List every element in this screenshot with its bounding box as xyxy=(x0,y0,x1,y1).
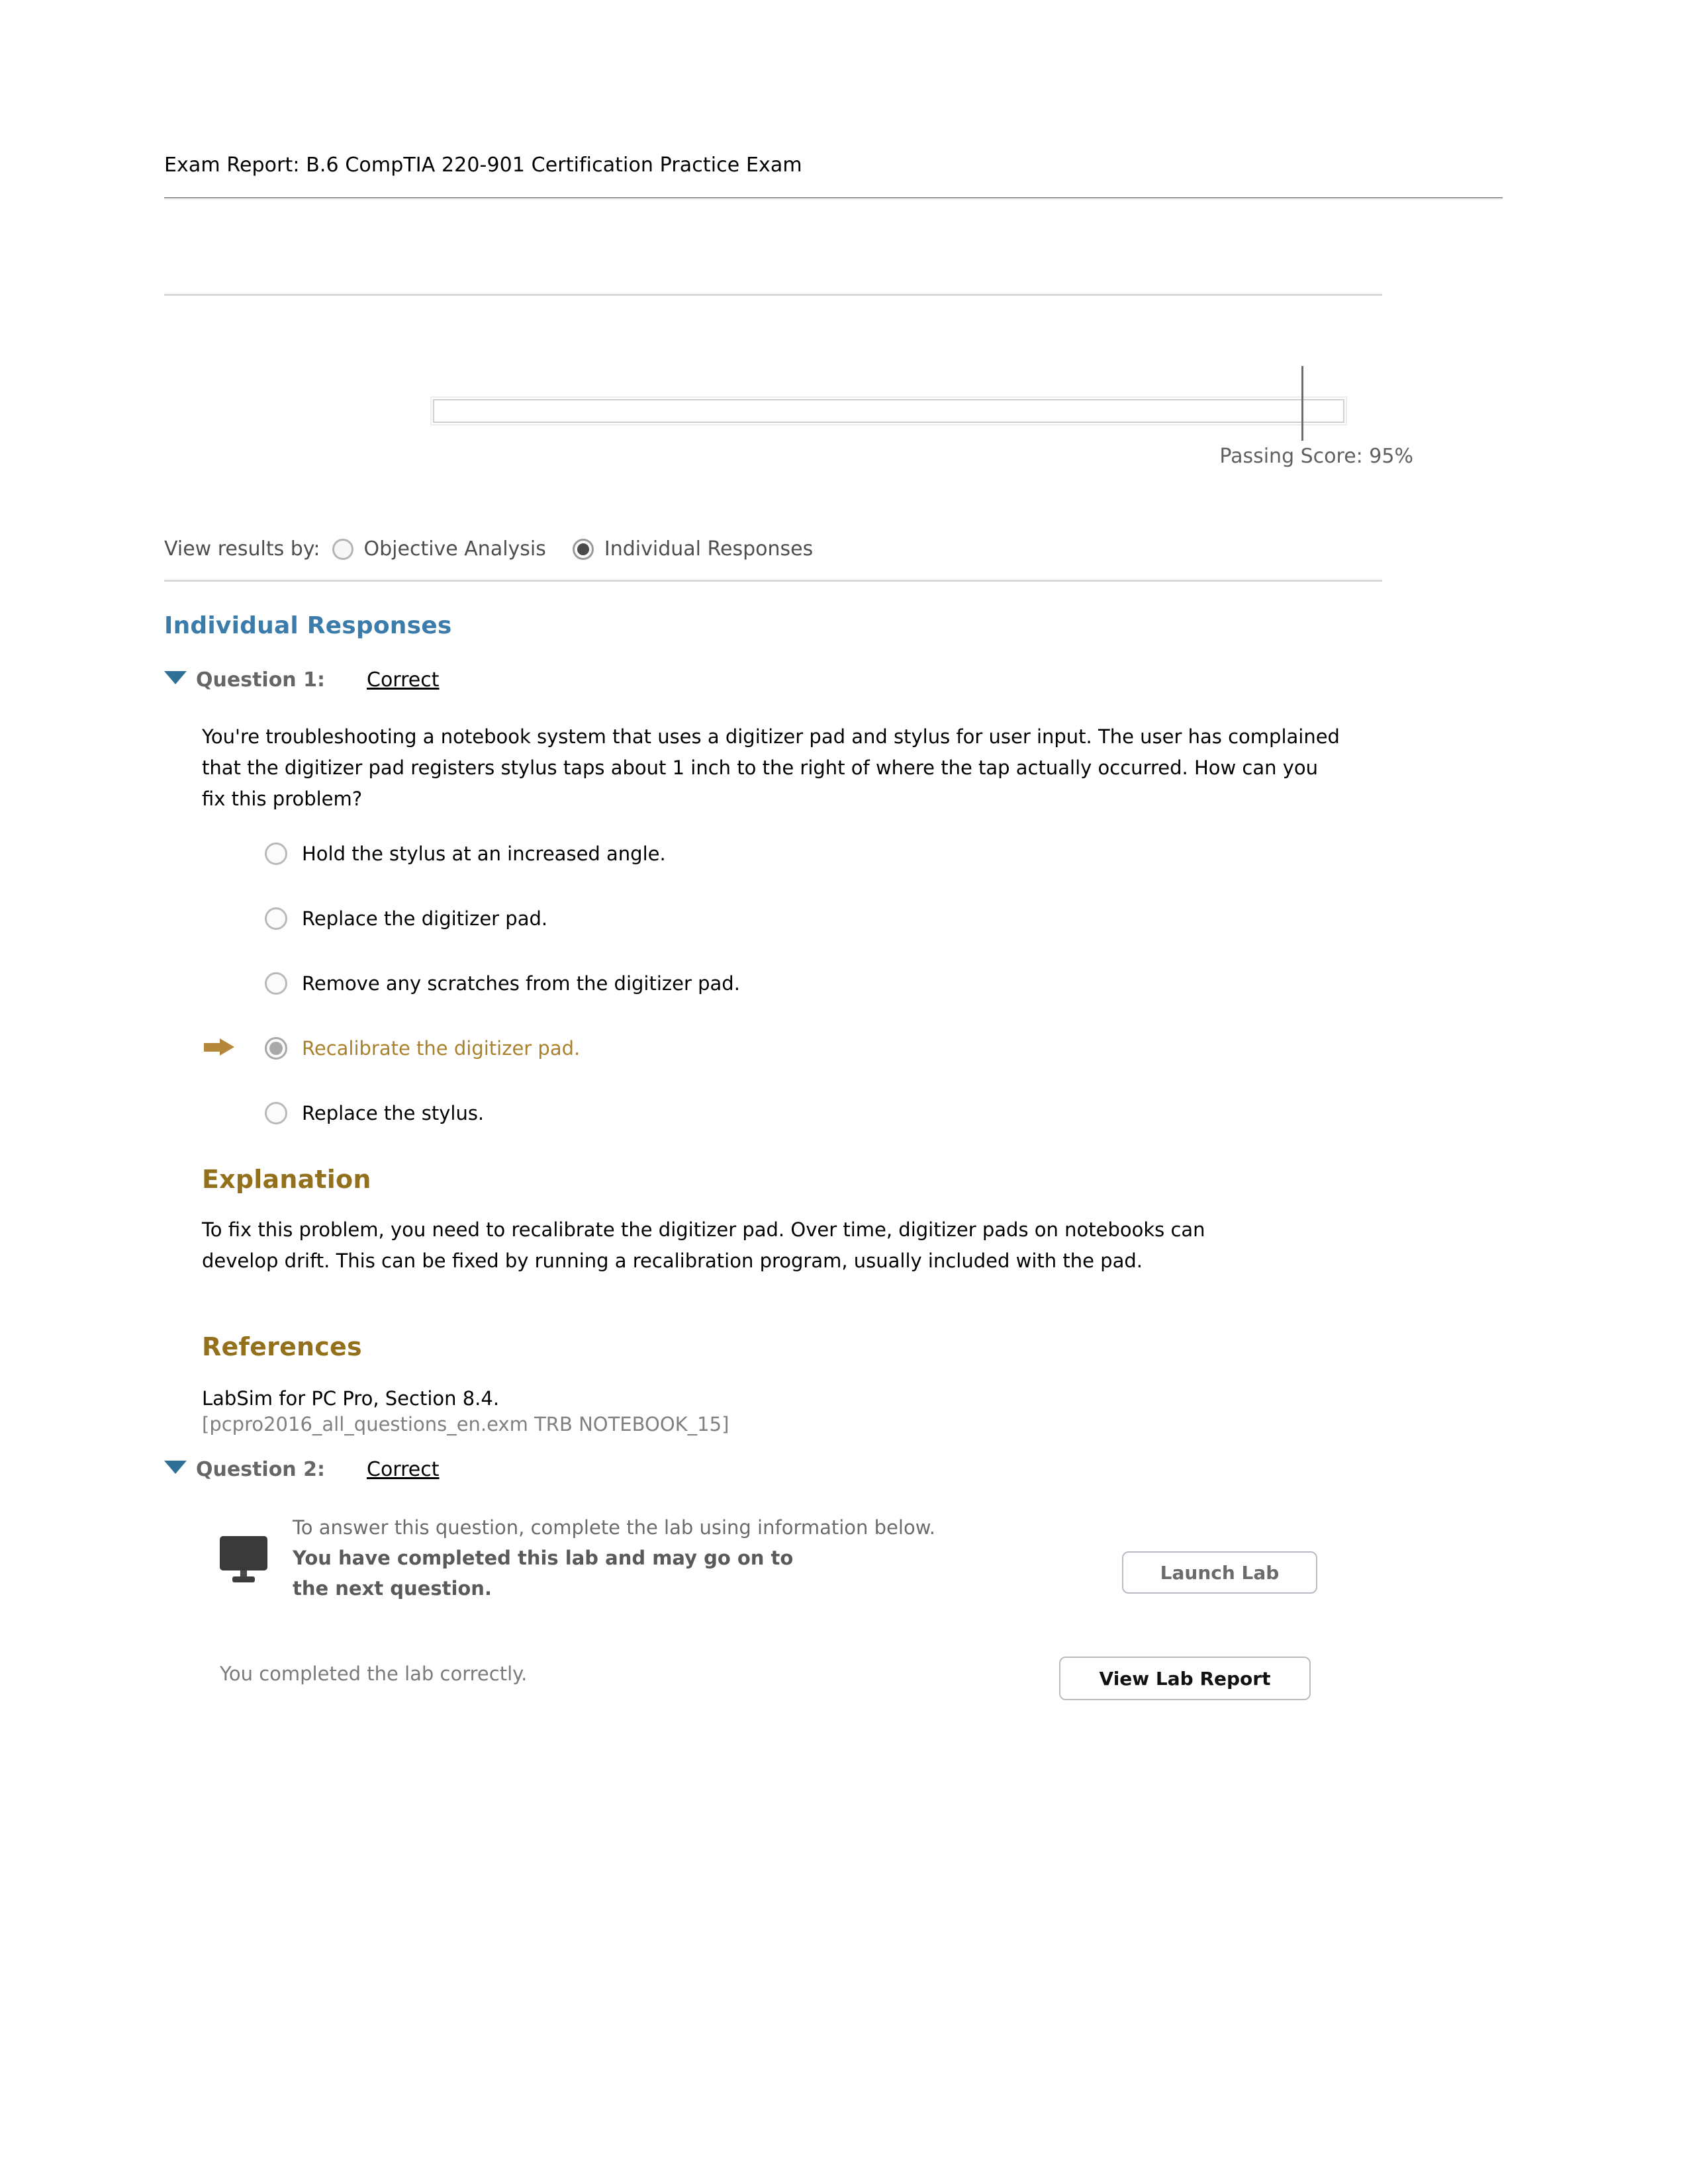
option-row[interactable]: Remove any scratches from the digitizer … xyxy=(265,967,740,1000)
exam-report-page: Exam Report: B.6 CompTIA 220-901 Certifi… xyxy=(0,0,1688,2184)
question-2-header[interactable]: Question 2: Correct xyxy=(164,1458,440,1481)
explanation-text: To fix this problem, you need to recalib… xyxy=(202,1218,1205,1272)
option-radio-selected[interactable] xyxy=(265,1037,287,1060)
lab-status-text: You completed the lab correctly. xyxy=(220,1662,528,1685)
option-radio[interactable] xyxy=(265,907,287,930)
chevron-down-icon[interactable] xyxy=(164,1461,187,1474)
question-1-header[interactable]: Question 1: Correct xyxy=(164,668,440,692)
radio-label-objective-analysis[interactable]: Objective Analysis xyxy=(364,537,546,561)
option-row[interactable]: Hold the stylus at an increased angle. xyxy=(265,837,740,870)
score-bar-track xyxy=(430,396,1347,426)
option-label-selected[interactable]: Recalibrate the digitizer pad. xyxy=(302,1037,580,1060)
question-1-prompt: You're troubleshooting a notebook system… xyxy=(202,725,1340,810)
chevron-down-icon[interactable] xyxy=(164,671,187,684)
option-row[interactable]: Replace the stylus. xyxy=(265,1097,740,1130)
references-heading: References xyxy=(202,1332,362,1361)
lab-instruction: To answer this question, complete the la… xyxy=(293,1516,935,1539)
option-label[interactable]: Remove any scratches from the digitizer … xyxy=(302,972,740,995)
radio-individual-responses[interactable] xyxy=(572,538,594,560)
option-row[interactable]: Replace the digitizer pad. xyxy=(265,902,740,935)
explanation-heading: Explanation xyxy=(202,1165,371,1194)
score-bar-fill xyxy=(433,399,1344,423)
reference-id: [pcpro2016_all_questions_en.exm TRB NOTE… xyxy=(202,1413,729,1435)
reference-text: LabSim for PC Pro, Section 8.4. xyxy=(202,1387,500,1410)
section-divider xyxy=(164,294,1382,296)
option-row-selected[interactable]: Recalibrate the digitizer pad. xyxy=(204,1032,740,1065)
individual-responses-heading: Individual Responses xyxy=(164,612,452,639)
view-results-by-row: View results by: Objective Analysis Indi… xyxy=(164,537,813,561)
question-1-label: Question 1: xyxy=(196,668,325,692)
option-radio[interactable] xyxy=(265,1102,287,1124)
question-1-options: Hold the stylus at an increased angle. R… xyxy=(204,837,740,1161)
option-label[interactable]: Hold the stylus at an increased angle. xyxy=(302,842,666,865)
question-2-label: Question 2: xyxy=(196,1458,325,1481)
page-title: Exam Report: B.6 CompTIA 220-901 Certifi… xyxy=(164,154,802,177)
option-radio[interactable] xyxy=(265,972,287,995)
title-divider xyxy=(164,197,1503,199)
radio-label-individual-responses[interactable]: Individual Responses xyxy=(604,537,813,561)
option-label[interactable]: Replace the digitizer pad. xyxy=(302,907,547,930)
launch-lab-button[interactable]: Launch Lab xyxy=(1122,1551,1317,1594)
view-results-divider xyxy=(164,580,1382,582)
selected-answer-arrow-icon xyxy=(204,1038,234,1056)
question-2-status[interactable]: Correct xyxy=(367,1458,440,1481)
radio-objective-analysis[interactable] xyxy=(332,538,353,560)
option-label[interactable]: Replace the stylus. xyxy=(302,1102,484,1124)
lab-completed-message: You have completed this lab and may go o… xyxy=(293,1547,794,1600)
score-bar xyxy=(430,366,1347,441)
view-results-label: View results by: xyxy=(164,537,320,561)
view-lab-report-button[interactable]: View Lab Report xyxy=(1059,1657,1311,1700)
passing-score-label: Passing Score: 95% xyxy=(1219,445,1413,468)
monitor-icon xyxy=(220,1536,267,1582)
question-1-status[interactable]: Correct xyxy=(367,668,440,692)
passing-score-marker xyxy=(1301,366,1303,441)
lab-message: To answer this question, complete the la… xyxy=(293,1512,1080,1604)
option-radio[interactable] xyxy=(265,842,287,865)
